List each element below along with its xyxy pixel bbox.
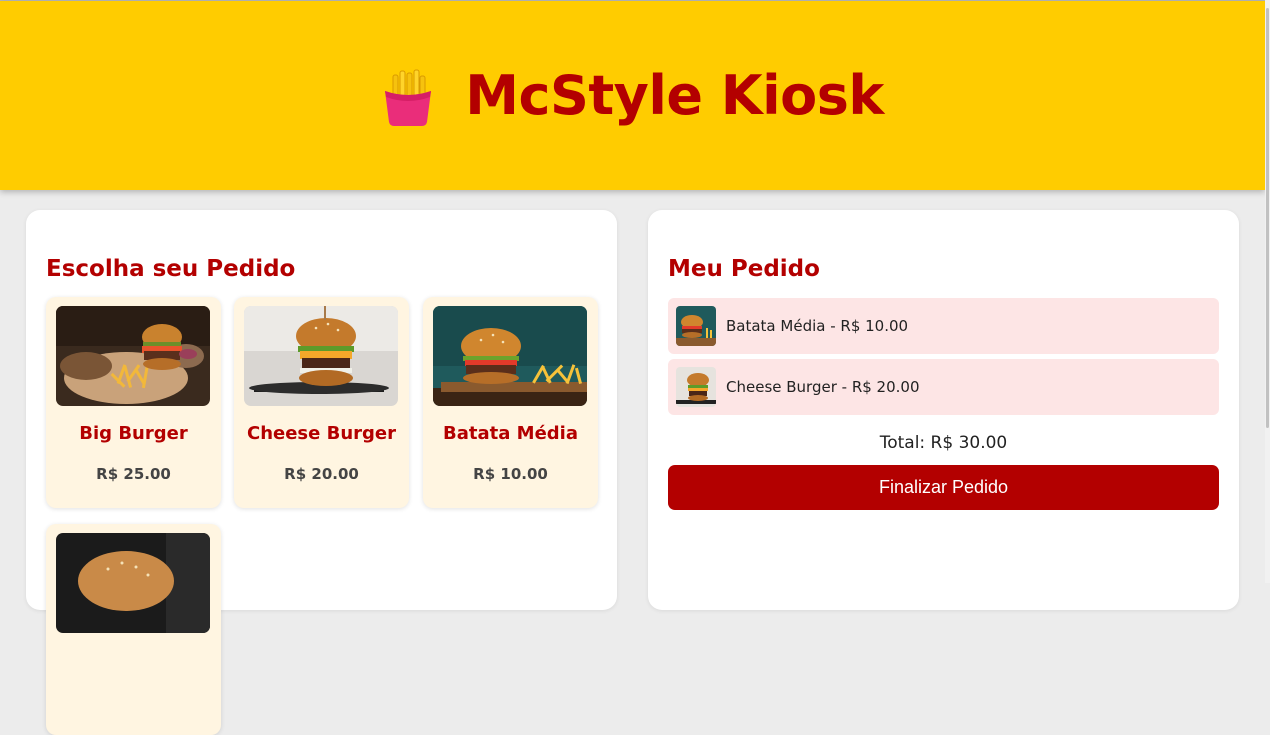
scrollbar-thumb[interactable] <box>1266 8 1269 428</box>
order-total: Total: R$ 30.00 <box>879 433 1008 453</box>
cheese-burger-thumb <box>676 367 716 407</box>
product-name: Cheese Burger <box>246 423 396 444</box>
app-title: McStyle Kiosk <box>465 64 884 127</box>
menu-title: Escolha seu Pedido <box>46 256 296 282</box>
product-price: R$ 10.00 <box>473 465 548 483</box>
product-card-burger[interactable] <box>46 524 221 735</box>
checkout-button[interactable]: Finalizar Pedido <box>668 465 1219 510</box>
burger-fries-board-photo <box>433 306 587 406</box>
product-name: Batata Média <box>443 423 578 444</box>
menu-panel: Escolha seu Pedido Big Burger R$ 25.00 C… <box>26 210 617 735</box>
product-price: R$ 20.00 <box>284 465 359 483</box>
product-card-cheese-burger[interactable]: Cheese Burger R$ 20.00 <box>234 297 409 508</box>
cheese-burger-photo <box>244 306 398 406</box>
order-item[interactable]: Batata Média - R$ 10.00 <box>668 298 1219 354</box>
app-header: McStyle Kiosk <box>0 1 1265 190</box>
product-card-big-burger[interactable]: Big Burger R$ 25.00 <box>46 297 221 508</box>
order-panel: Meu Pedido Batata Média - R$ 10.00 Chees… <box>648 210 1239 610</box>
burger-fries-board-thumb <box>676 306 716 346</box>
product-name: Big Burger <box>79 423 188 444</box>
burger-fries-photo <box>56 306 210 406</box>
order-item-text: Batata Média - R$ 10.00 <box>726 317 909 335</box>
product-card-batata-media[interactable]: Batata Média R$ 10.00 <box>423 297 598 508</box>
order-title: Meu Pedido <box>668 256 820 282</box>
burger-photo <box>56 533 210 633</box>
order-item[interactable]: Cheese Burger - R$ 20.00 <box>668 359 1219 415</box>
product-price: R$ 25.00 <box>96 465 171 483</box>
fries-icon <box>385 69 432 126</box>
order-item-text: Cheese Burger - R$ 20.00 <box>726 378 920 396</box>
